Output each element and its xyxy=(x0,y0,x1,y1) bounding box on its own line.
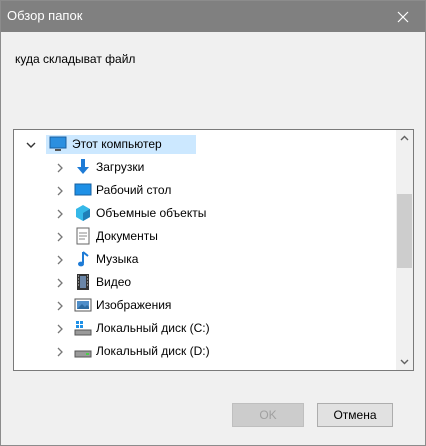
3d-objects-icon xyxy=(74,204,92,222)
tree-item-this-pc[interactable]: Этот компьютер xyxy=(14,133,396,156)
window-title: Обзор папок xyxy=(7,8,83,23)
dialog-prompt: куда складыват файл xyxy=(15,52,136,66)
system-drive-icon xyxy=(74,319,92,337)
tree-item-label: Объемные объекты xyxy=(96,206,207,220)
pictures-icon xyxy=(74,296,92,314)
tree-item-label: Локальный диск (D:) xyxy=(96,344,210,358)
tree-item-label: Документы xyxy=(96,229,158,243)
chevron-right-icon[interactable] xyxy=(55,163,65,173)
tree-item-label: Загрузки xyxy=(96,160,145,174)
cancel-button[interactable]: Отмена xyxy=(317,403,393,427)
close-button[interactable] xyxy=(381,1,425,32)
tree-item-label: Локальный диск (C:) xyxy=(96,321,210,335)
chevron-down-icon xyxy=(400,359,409,365)
tree-item-label: Рабочий стол xyxy=(96,183,172,197)
close-icon xyxy=(397,11,409,22)
chevron-right-icon[interactable] xyxy=(55,209,65,219)
chevron-up-icon xyxy=(400,135,409,141)
tree-item-pictures[interactable]: Изображения xyxy=(14,294,396,317)
tree-item-music[interactable]: Музыка xyxy=(14,248,396,271)
ok-button[interactable]: OK xyxy=(232,403,304,427)
folder-tree[interactable]: Этот компьютер Загрузки Рабочий стол Объ… xyxy=(13,129,414,371)
scrollbar-thumb[interactable] xyxy=(397,194,412,268)
chevron-right-icon[interactable] xyxy=(55,255,65,265)
chevron-right-icon[interactable] xyxy=(55,301,65,311)
tree-item-label: Изображения xyxy=(96,298,172,312)
scroll-up-button[interactable] xyxy=(396,130,413,147)
tree-item-label: Музыка xyxy=(96,252,139,266)
tree-item-desktop[interactable]: Рабочий стол xyxy=(14,179,396,202)
computer-icon xyxy=(49,135,67,153)
browse-folder-dialog: Обзор папок куда складыват файл Этот ком… xyxy=(0,0,426,446)
chevron-right-icon[interactable] xyxy=(55,347,65,357)
tree-item-video[interactable]: Видео xyxy=(14,271,396,294)
tree-item-label: Видео xyxy=(96,275,132,289)
vertical-scrollbar[interactable] xyxy=(396,130,413,370)
chevron-right-icon[interactable] xyxy=(55,324,65,334)
tree-item-documents[interactable]: Документы xyxy=(14,225,396,248)
tree-item-drive-c[interactable]: Локальный диск (C:) xyxy=(14,317,396,340)
chevron-right-icon[interactable] xyxy=(55,186,65,196)
downloads-icon xyxy=(74,158,92,176)
tree-item-drive-d[interactable]: Локальный диск (D:) xyxy=(14,340,396,363)
documents-icon xyxy=(74,227,92,245)
music-icon xyxy=(74,250,92,268)
scroll-down-button[interactable] xyxy=(396,353,413,370)
title-bar[interactable]: Обзор папок xyxy=(1,1,425,32)
chevron-down-icon[interactable] xyxy=(26,140,36,150)
folder-tree-rows: Этот компьютер Загрузки Рабочий стол Объ… xyxy=(14,130,396,370)
tree-item-downloads[interactable]: Загрузки xyxy=(14,156,396,179)
chevron-right-icon[interactable] xyxy=(55,232,65,242)
desktop-icon xyxy=(74,181,92,199)
video-icon xyxy=(74,273,92,291)
tree-item-3d-objects[interactable]: Объемные объекты xyxy=(14,202,396,225)
drive-icon xyxy=(74,342,92,360)
chevron-right-icon[interactable] xyxy=(55,278,65,288)
tree-item-label: Этот компьютер xyxy=(72,137,162,151)
